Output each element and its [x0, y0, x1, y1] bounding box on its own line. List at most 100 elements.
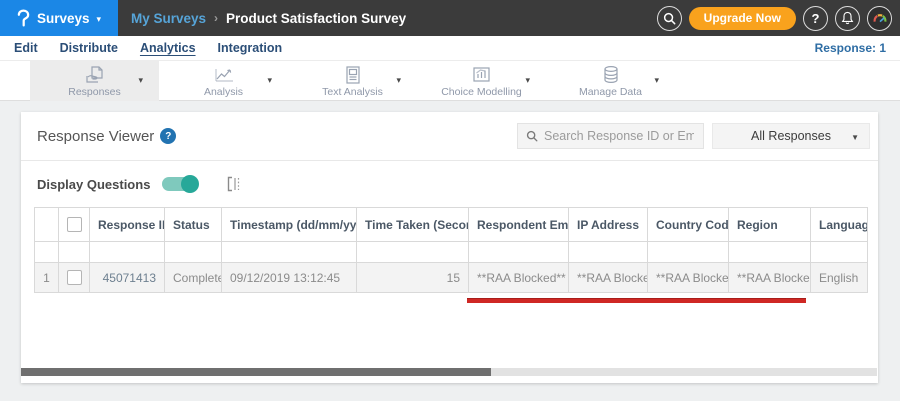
- chevron-down-icon[interactable]: ▾: [138, 75, 143, 86]
- search-icon: [526, 130, 538, 142]
- bell-icon: [841, 11, 854, 25]
- response-count: Response: 1: [814, 41, 886, 55]
- responses-filter-dropdown[interactable]: All Responses ▼: [712, 123, 870, 149]
- toolbar-label: Choice Modelling: [441, 85, 522, 98]
- response-search: [517, 123, 704, 149]
- row-checkbox[interactable]: [67, 270, 82, 285]
- filter-region[interactable]: [728, 241, 811, 263]
- nav-integration[interactable]: Integration: [218, 41, 283, 55]
- breadcrumb-survey-title: Product Satisfaction Survey: [226, 10, 407, 26]
- respondent-email-cell: **RAA Blocked**: [468, 262, 569, 293]
- table-controls: Display Questions: [21, 161, 878, 207]
- display-questions-label: Display Questions: [37, 176, 151, 192]
- breadcrumb-separator-icon: ›: [214, 11, 219, 25]
- response-id-cell[interactable]: 45071413: [89, 262, 165, 293]
- toolbar-responses[interactable]: Responses ▾: [30, 61, 159, 101]
- toolbar-analysis[interactable]: Analysis ▾: [159, 61, 288, 101]
- time-taken-cell: 15: [356, 262, 469, 293]
- country-code-cell: **RAA Blocked**: [647, 262, 729, 293]
- filter-status[interactable]: [164, 241, 222, 263]
- breadcrumb-my-surveys[interactable]: My Surveys: [131, 11, 206, 26]
- responses-filter-value: All Responses: [751, 129, 831, 143]
- row-select-cell: [58, 262, 90, 293]
- toggle-knob: [181, 175, 200, 193]
- filter-ip-address[interactable]: [568, 241, 648, 263]
- col-language: Language: [810, 207, 868, 242]
- analytics-toolbar: Responses ▾ Analysis ▾ Text Analysis ▾ C…: [0, 61, 900, 101]
- region-cell: **RAA Blocked**: [728, 262, 811, 293]
- filter-country-code[interactable]: [647, 241, 729, 263]
- page-title: Response Viewer: [37, 127, 155, 145]
- help-icon[interactable]: ?: [160, 128, 177, 144]
- row-number-header: [34, 207, 59, 242]
- help-button[interactable]: ?: [803, 5, 828, 31]
- app-header: Surveys ▾ My Surveys › Product Satisfact…: [0, 0, 900, 36]
- chevron-down-icon[interactable]: ▾: [267, 75, 272, 86]
- table-header-row: Response ID▼ Status Timestamp (dd/mm/yyy…: [34, 207, 868, 242]
- header-actions: Upgrade Now ?: [656, 5, 900, 31]
- question-mark-icon: ?: [811, 10, 820, 26]
- column-settings-icon[interactable]: [224, 175, 242, 193]
- survey-nav: Edit Distribute Analytics Integration Re…: [0, 36, 900, 61]
- toolbar-manage-data[interactable]: Manage Data ▾: [546, 61, 675, 101]
- raa-blocked-highlight-annotation: [467, 298, 806, 303]
- nav-distribute[interactable]: Distribute: [60, 41, 118, 55]
- nav-analytics[interactable]: Analytics: [140, 41, 196, 55]
- response-viewer-panel: Response Viewer ? All Responses ▼ Displa…: [21, 112, 878, 383]
- product-switcher[interactable]: Surveys ▾: [0, 0, 118, 36]
- chevron-down-icon: ▼: [851, 133, 859, 142]
- filter-timestamp[interactable]: [221, 241, 357, 263]
- chevron-down-icon[interactable]: ▾: [396, 75, 401, 86]
- filter-language[interactable]: [810, 241, 868, 263]
- user-avatar[interactable]: [867, 5, 892, 31]
- analysis-icon: [212, 65, 236, 85]
- timestamp-cell: 09/12/2019 13:12:45: [221, 262, 357, 293]
- col-response-id[interactable]: Response ID▼: [89, 207, 165, 242]
- toolbar-label: Manage Data: [578, 85, 643, 98]
- notifications-button[interactable]: [835, 5, 860, 31]
- toolbar-label: Text Analysis: [322, 85, 383, 98]
- responses-icon: [83, 65, 107, 85]
- chevron-down-icon: ▾: [96, 13, 102, 24]
- col-timestamp[interactable]: Timestamp (dd/mm/yyyy)⇅: [221, 207, 357, 242]
- search-input[interactable]: [544, 129, 694, 143]
- col-status: Status: [164, 207, 222, 242]
- horizontal-scrollbar[interactable]: [21, 368, 877, 376]
- select-all-cell: [58, 207, 90, 242]
- chevron-down-icon[interactable]: ▾: [654, 75, 659, 86]
- search-button[interactable]: [656, 5, 682, 31]
- breadcrumb: My Surveys › Product Satisfaction Survey: [131, 11, 406, 26]
- status-cell: Completed: [164, 262, 222, 293]
- toolbar-text-analysis[interactable]: Text Analysis ▾: [288, 61, 417, 101]
- col-region: Region: [728, 207, 811, 242]
- upgrade-now-button[interactable]: Upgrade Now: [688, 6, 796, 30]
- toolbar-label: Analysis: [203, 85, 244, 98]
- manage-data-icon: [600, 65, 622, 85]
- col-respondent-email: Respondent Email: [468, 207, 569, 242]
- chevron-down-icon[interactable]: ▾: [525, 75, 530, 86]
- responses-table: Response ID▼ Status Timestamp (dd/mm/yyy…: [34, 207, 878, 293]
- product-menu-label: Surveys: [36, 10, 90, 26]
- row-number: 1: [34, 262, 59, 293]
- toolbar-label: Responses: [68, 85, 121, 98]
- nav-edit[interactable]: Edit: [14, 41, 38, 55]
- col-ip-address: IP Address: [568, 207, 648, 242]
- scrollbar-thumb[interactable]: [21, 368, 491, 376]
- search-icon: [663, 12, 676, 25]
- questionpro-logo-icon: [17, 9, 30, 27]
- panel-header: Response Viewer ? All Responses ▼: [21, 112, 878, 160]
- display-questions-toggle[interactable]: [162, 175, 200, 193]
- language-cell: English: [810, 262, 868, 293]
- filter-response-id[interactable]: [89, 241, 165, 263]
- ip-address-cell: **RAA Blocked**: [568, 262, 648, 293]
- filter-row: [34, 241, 868, 263]
- choice-modelling-icon: [470, 65, 494, 85]
- select-all-checkbox[interactable]: [67, 217, 82, 232]
- col-time-taken[interactable]: Time Taken (Seconds)⇅: [356, 207, 469, 242]
- toolbar-choice-modelling[interactable]: Choice Modelling ▾: [417, 61, 546, 101]
- gauge-avatar-icon: [871, 9, 889, 27]
- filter-time-taken[interactable]: [356, 241, 469, 263]
- table-row: 1 45071413 Completed 09/12/2019 13:12:45…: [34, 262, 868, 293]
- filter-respondent-email[interactable]: [468, 241, 569, 263]
- col-country-code: Country Code: [647, 207, 729, 242]
